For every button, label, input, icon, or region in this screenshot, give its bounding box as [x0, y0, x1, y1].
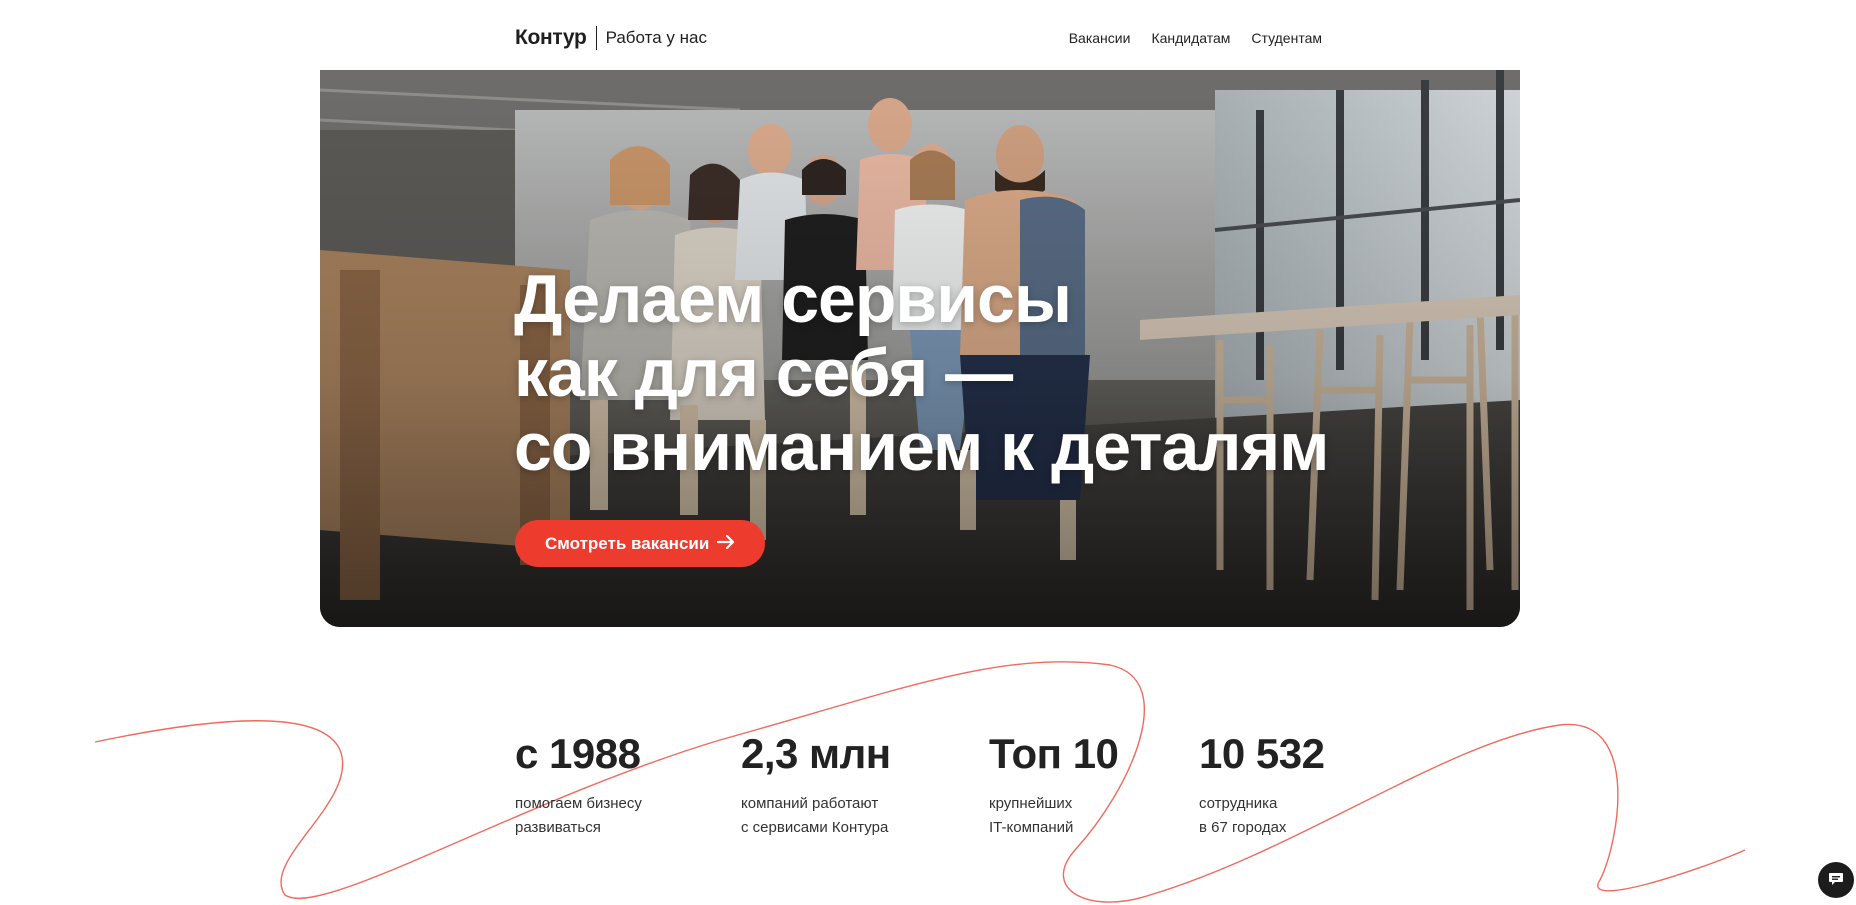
stat-rank: Топ 10 крупнейших IT-компаний: [989, 728, 1119, 840]
view-vacancies-label: Смотреть вакансии: [545, 533, 710, 553]
stat-description: помогаем бизнесу развиваться: [515, 792, 642, 840]
stat-description-line: компаний работают: [741, 795, 879, 812]
nav-link-vacancies[interactable]: Вакансии: [1069, 30, 1131, 46]
stat-value: Топ 10: [989, 730, 1119, 777]
view-vacancies-button[interactable]: Смотреть вакансии: [515, 520, 766, 567]
stat-description-line: IT-компаний: [989, 819, 1074, 836]
hero-title-line-1: Делаем сервисы: [514, 261, 1072, 337]
stats-section: с 1988 помогаем бизнесу развиваться 2,3 …: [0, 728, 1856, 878]
hero-banner: Делаем сервисы как для себя — со внимани…: [320, 70, 1520, 627]
hero-title-line-2: как для себя —: [514, 335, 1013, 411]
stat-description: крупнейших IT-компаний: [989, 792, 1118, 840]
main-nav: Вакансии Кандидатам Студентам: [1069, 30, 1322, 46]
stat-value: 2,3 млн: [741, 730, 891, 777]
logo-brand: Контур: [515, 26, 587, 49]
stat-description-line: крупнейших: [989, 795, 1073, 812]
nav-link-students[interactable]: Студентам: [1251, 30, 1322, 46]
chat-button[interactable]: [1818, 862, 1854, 898]
stat-description-line: сотрудника: [1199, 795, 1278, 812]
stat-value: с 1988: [515, 730, 641, 777]
stat-description-line: развиваться: [515, 819, 601, 836]
hero-title: Делаем сервисы как для себя — со внимани…: [514, 261, 1329, 485]
stat-companies: 2,3 млн компаний работают с сервисами Ко…: [741, 728, 891, 840]
stat-description-line: с сервисами Контура: [741, 819, 889, 836]
hero-title-line-3: со вниманием к деталям: [514, 409, 1329, 485]
stat-description: сотрудника в 67 городах: [1199, 792, 1324, 840]
stat-since: с 1988 помогаем бизнесу развиваться: [515, 728, 642, 840]
logo-divider: [595, 26, 597, 50]
chat-icon: [1827, 870, 1845, 891]
logo-subtitle: Работа у нас: [605, 28, 707, 47]
stat-description: компаний работают с сервисами Контура: [741, 792, 891, 840]
logo[interactable]: Контур Работа у нас: [515, 24, 707, 52]
stat-description-line: помогаем бизнесу: [515, 795, 642, 812]
stat-description-line: в 67 городах: [1199, 819, 1287, 836]
page: Контур Работа у нас Вакансии Кандидатам …: [0, 0, 1856, 905]
nav-link-candidates[interactable]: Кандидатам: [1151, 30, 1230, 46]
site-header: Контур Работа у нас Вакансии Кандидатам …: [0, 0, 1856, 70]
arrow-right-icon: [717, 534, 735, 553]
stat-employees: 10 532 сотрудника в 67 городах: [1199, 728, 1325, 840]
stat-value: 10 532: [1199, 730, 1325, 777]
